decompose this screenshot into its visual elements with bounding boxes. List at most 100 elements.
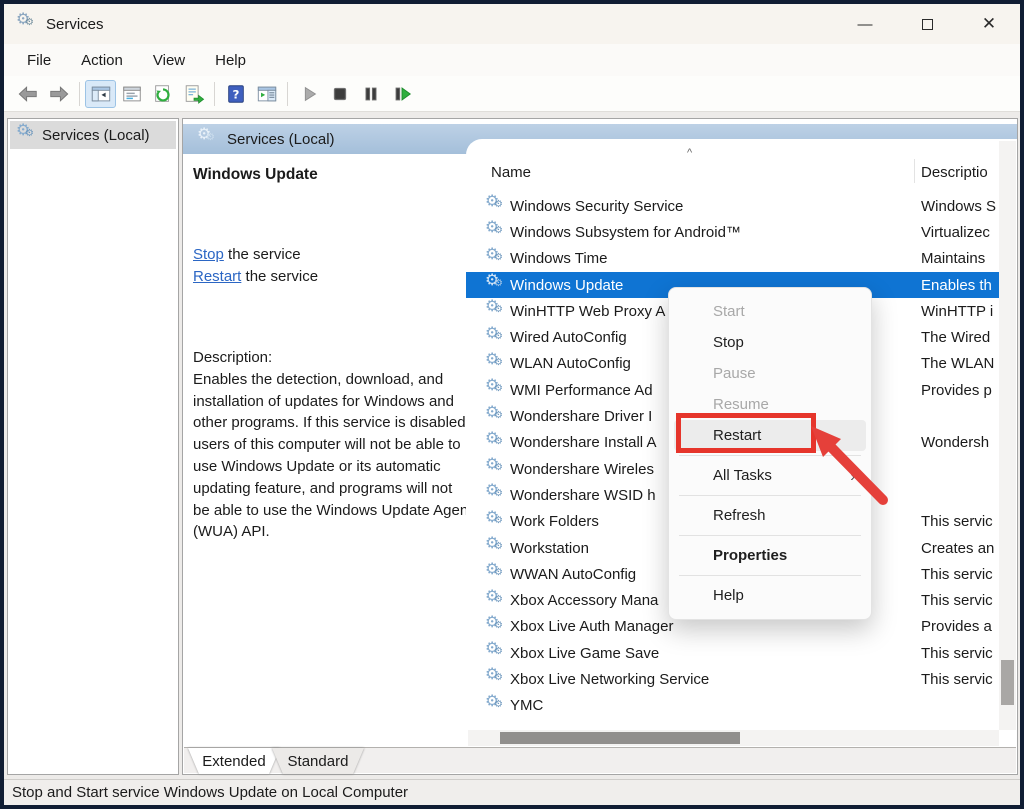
service-description-cell: Creates an [921, 540, 994, 557]
help-icon[interactable]: ? [220, 80, 251, 108]
service-description-cell: Wondersh [921, 434, 989, 451]
menu-view[interactable]: View [138, 47, 200, 74]
service-description-cell: This servic [921, 592, 993, 609]
service-row[interactable]: ⚙⚙Windows Security ServiceWindows S [466, 193, 1000, 219]
service-name: Xbox Live Networking Service [510, 671, 709, 688]
stop-service-link[interactable]: Stop [193, 246, 224, 263]
back-icon[interactable] [12, 80, 43, 108]
service-name: Windows Subsystem for Android™ [510, 224, 741, 241]
pause-service-icon[interactable] [355, 80, 386, 108]
start-service-icon[interactable] [293, 80, 324, 108]
menu-help[interactable]: Help [200, 47, 261, 74]
service-row[interactable]: ⚙⚙ Xbox Live Networking Service This servi… [466, 666, 1000, 692]
menu-item-properties[interactable]: Properties [669, 540, 871, 571]
menu-file[interactable]: File [12, 47, 66, 74]
menu-item-help[interactable]: Help [669, 580, 871, 611]
console-tree-panel: ⚙⚙ Services (Local) [7, 118, 179, 775]
service-description-cell: WinHTTP i [921, 303, 993, 320]
toolbar-separator [79, 82, 80, 106]
service-gear-icon: ⚙⚙ [485, 485, 505, 505]
service-gear-icon: ⚙⚙ [485, 669, 505, 689]
description-label: Description: [193, 347, 473, 369]
service-name: Wondershare Install A [510, 434, 656, 451]
service-action-links: Stop the service Restart the service [193, 244, 318, 287]
show-action-pane-icon[interactable] [251, 80, 282, 108]
horizontal-scrollbar-thumb[interactable] [500, 732, 740, 744]
column-header-name[interactable]: Name [491, 164, 531, 181]
tab-extended[interactable]: Extended [188, 748, 280, 774]
service-gear-icon: ⚙⚙ [485, 696, 505, 716]
service-gear-icon: ⚙⚙ [485, 643, 505, 663]
services-gear-icon: ⚙⚙ [197, 129, 217, 149]
service-description-cell: This servic [921, 513, 993, 530]
service-gear-icon: ⚙⚙ [485, 301, 505, 321]
service-description-cell: Provides a [921, 618, 992, 635]
service-description-cell: Virtualizec [921, 224, 990, 241]
stop-service-icon[interactable] [324, 80, 355, 108]
service-name: Wired AutoConfig [510, 329, 627, 346]
service-row[interactable]: ⚙⚙Xbox Live Game SaveThis servic [466, 640, 1000, 666]
service-description-cell: Maintains [921, 250, 985, 267]
restart-service-line: Restart the service [193, 266, 318, 288]
service-gear-icon: ⚙⚙ [485, 538, 505, 558]
show-console-tree-icon[interactable] [85, 80, 116, 108]
toolbar-separator [287, 82, 288, 106]
service-name: Xbox Accessory Mana [510, 592, 658, 609]
toolbar-separator [214, 82, 215, 106]
service-description-cell: This servic [921, 671, 993, 688]
service-name: Xbox Live Auth Manager [510, 618, 673, 635]
service-description-cell: Provides p [921, 382, 992, 399]
service-name: Wondershare WSID h [510, 487, 656, 504]
annotation-arrow [799, 416, 899, 511]
service-name: Wondershare Wireles [510, 461, 654, 478]
service-gear-icon: ⚙⚙ [485, 564, 505, 584]
status-text: Stop and Start service Windows Update on… [12, 784, 408, 801]
service-name: Windows Security Service [510, 198, 683, 215]
service-row[interactable]: ⚙⚙Windows TimeMaintains [466, 246, 1000, 272]
description-text: Enables the detection, download, and ins… [193, 369, 473, 543]
restart-service-icon[interactable] [386, 80, 417, 108]
service-gear-icon: ⚙⚙ [485, 275, 505, 295]
selected-service-title: Windows Update [193, 166, 318, 184]
services-app-icon: ⚙⚙ [16, 14, 36, 34]
menu-action[interactable]: Action [66, 47, 138, 74]
tab-standard[interactable]: Standard [272, 748, 364, 774]
service-gear-icon: ⚙⚙ [485, 196, 505, 216]
service-gear-icon: ⚙⚙ [485, 617, 505, 637]
column-header-description[interactable]: Descriptio [921, 164, 988, 181]
tree-item-services-local[interactable]: ⚙⚙ Services (Local) [10, 121, 176, 149]
refresh-icon[interactable] [147, 80, 178, 108]
service-description-cell: The WLAN [921, 355, 994, 372]
svg-text:?: ? [232, 87, 239, 101]
sort-ascending-icon[interactable]: ^ [687, 147, 692, 159]
restart-line-rest: the service [241, 268, 318, 285]
services-gear-icon: ⚙⚙ [16, 125, 36, 145]
extended-info-pane: Windows Update Stop the service Restart … [183, 154, 466, 747]
window-controls: — ✕ [834, 4, 1020, 44]
restart-service-link[interactable]: Restart [193, 268, 241, 285]
menu-item-pause: Pause [669, 358, 871, 389]
close-icon: ✕ [982, 14, 996, 34]
service-gear-icon: ⚙⚙ [485, 249, 505, 269]
title-bar: ⚙⚙ Services — ✕ [4, 4, 1020, 44]
service-gear-icon: ⚙⚙ [485, 222, 505, 242]
stop-line-rest: the service [224, 246, 301, 263]
forward-icon[interactable] [43, 80, 74, 108]
menu-item-stop[interactable]: Stop [669, 327, 871, 358]
service-row[interactable]: ⚙⚙YMC [466, 693, 1000, 719]
vertical-scrollbar[interactable] [999, 141, 1016, 730]
properties-icon[interactable] [116, 80, 147, 108]
service-name: Windows Update [510, 277, 623, 294]
menu-item-start: Start [669, 296, 871, 327]
close-button[interactable]: ✕ [958, 4, 1020, 44]
service-description: Description: Enables the detection, down… [193, 347, 473, 543]
menu-bar: File Action View Help [4, 44, 1020, 76]
band-title: Services (Local) [227, 131, 335, 148]
export-list-icon[interactable] [178, 80, 209, 108]
service-row[interactable]: ⚙⚙ Windows Subsystem for Android™ Virtuali… [466, 219, 1000, 245]
minimize-button[interactable]: — [834, 4, 896, 44]
vertical-scrollbar-thumb[interactable] [1001, 660, 1014, 705]
maximize-button[interactable] [896, 4, 958, 44]
menu-separator [679, 575, 861, 576]
horizontal-scrollbar[interactable] [468, 730, 999, 746]
